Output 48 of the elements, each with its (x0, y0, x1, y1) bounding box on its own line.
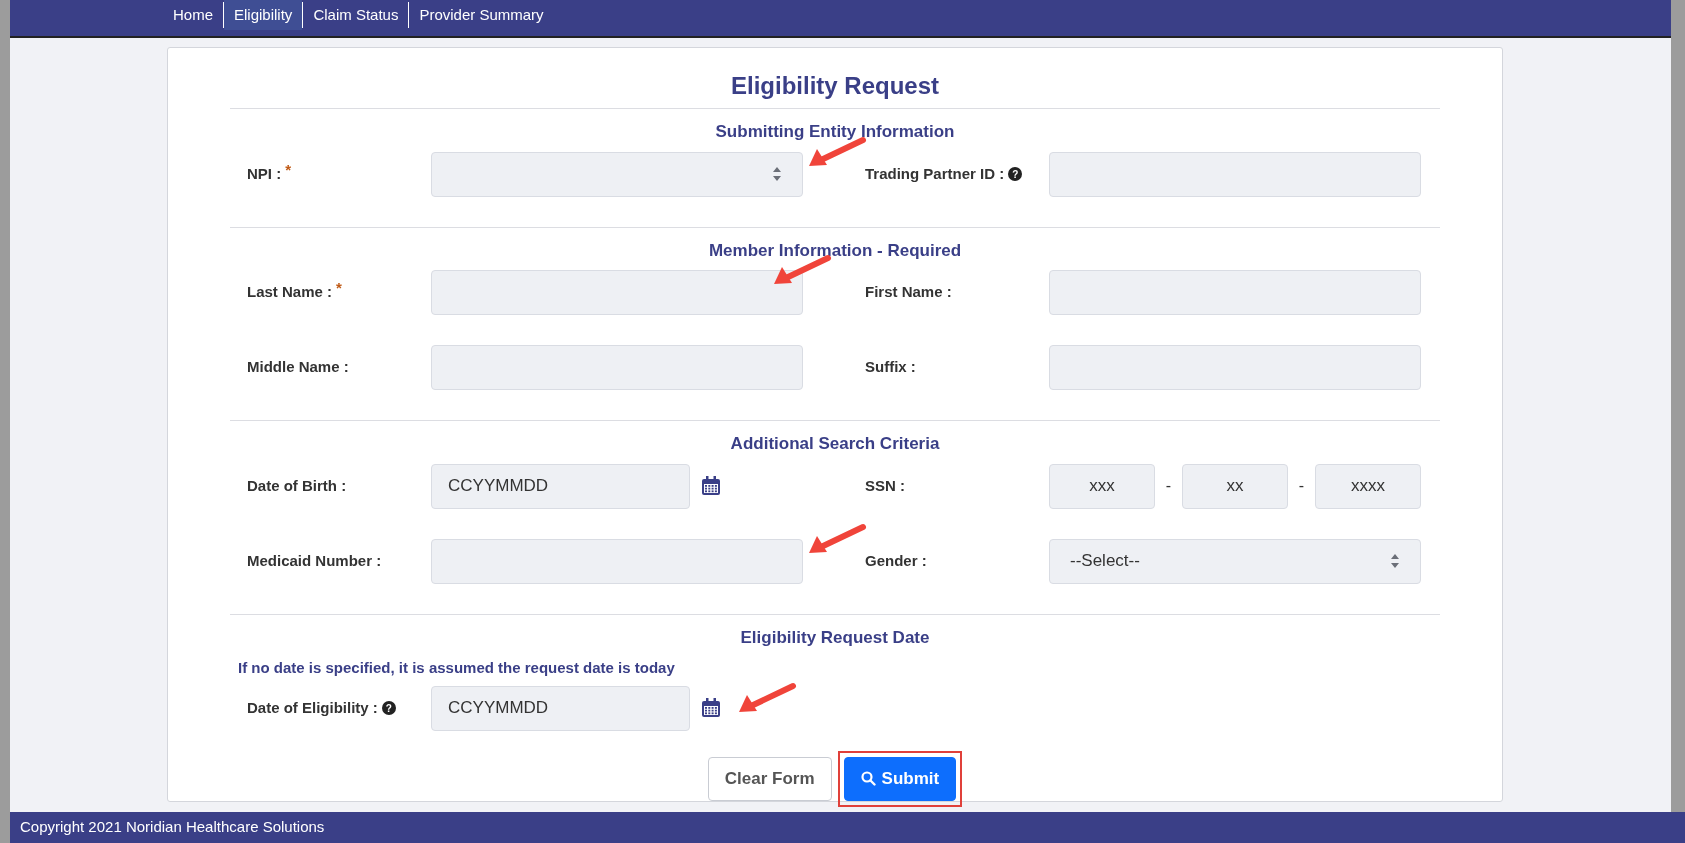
submit-button[interactable]: Submit (843, 756, 957, 801)
field-label: Date of Birth : (247, 475, 347, 496)
ssn-field[interactable]: xxx (1049, 463, 1155, 509)
dash-separator: - (1298, 476, 1305, 496)
note-text: If no date is specified, it is assumed the request date is today (238, 658, 676, 678)
form-title: Eligibility Request (230, 68, 1440, 109)
text-field[interactable] (1049, 345, 1421, 390)
help-icon[interactable]: ? (381, 701, 396, 715)
nav-link[interactable]: Home (163, 0, 223, 30)
help-icon[interactable]: ? (1008, 167, 1023, 181)
section-heading: Member Information - Required (707, 239, 963, 262)
field-label: Middle Name : (247, 357, 349, 378)
calendar-icon[interactable] (700, 475, 722, 497)
search-icon (860, 771, 876, 786)
required-asterisk: * (285, 159, 291, 180)
dash-separator: - (1165, 476, 1172, 496)
date-field[interactable]: CCYYMMDD (431, 463, 690, 509)
required-asterisk: * (336, 278, 342, 299)
field-label: Medicaid Number : (247, 550, 382, 571)
field-label: Date of Eligibility : (247, 697, 378, 718)
field-label: NPI : (247, 163, 282, 184)
calendar-icon[interactable] (700, 697, 722, 719)
ssn-field[interactable]: xxxx (1314, 463, 1421, 509)
field-label: Trading Partner ID : (865, 163, 1005, 184)
copyright-text: Copyright 2021 Noridian Healthcare Solutions (20, 817, 325, 838)
field-label: Gender : (865, 550, 927, 571)
text-field[interactable] (1049, 270, 1421, 315)
text-field[interactable] (1049, 151, 1421, 197)
nav-link[interactable]: Provider Summary (409, 0, 554, 30)
text-field[interactable] (431, 538, 803, 584)
ssn-field[interactable]: xx (1182, 463, 1288, 509)
text-field[interactable] (431, 345, 803, 390)
section-heading: Additional Search Criteria (729, 433, 941, 455)
field-label: Suffix : (865, 357, 916, 378)
field-label: SSN : (865, 475, 905, 496)
field-label: Last Name : (247, 282, 333, 303)
select-field[interactable] (431, 151, 803, 197)
text-field[interactable] (431, 270, 803, 315)
date-field[interactable]: CCYYMMDD (431, 685, 690, 731)
clear-form-button[interactable]: Clear Form (707, 756, 832, 801)
nav-link[interactable]: Eligibility (224, 0, 303, 30)
sort-caret-icon (772, 166, 782, 182)
section-heading: Submitting Entity Information (714, 121, 956, 143)
nav-link[interactable]: Claim Status (303, 0, 409, 30)
select-field[interactable]: --Select-- (1049, 538, 1421, 584)
sort-caret-icon (1390, 553, 1400, 569)
field-label: First Name : (865, 282, 952, 303)
section-heading: Eligibility Request Date (739, 626, 931, 649)
